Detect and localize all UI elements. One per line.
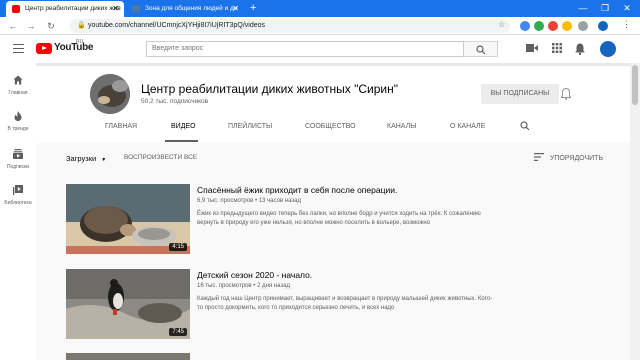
video-title[interactable]: Детский сезон 2020 - начало. (197, 270, 312, 280)
minimize-window-button[interactable]: — (572, 0, 594, 17)
youtube-logo-icon[interactable] (36, 43, 52, 54)
home-icon (13, 75, 23, 85)
channel-notification-bell-icon[interactable] (559, 87, 573, 100)
search-button[interactable] (464, 41, 498, 57)
new-tab-button[interactable]: + (250, 0, 256, 16)
extension-icon[interactable] (534, 21, 544, 31)
browser-toolbar: ← → ↻ 🔒 youtube.com/channel/UCmnjcXjYHji… (0, 17, 640, 35)
address-bar[interactable]: 🔒 youtube.com/channel/UCmnjcXjYHji8I7iUj… (70, 19, 510, 33)
url-text: youtube.com/channel/UCmnjcXjYHji8I7iUjRI… (88, 22, 266, 29)
vk-favicon-icon (132, 5, 140, 13)
uploads-dropdown[interactable]: Загрузки ▼ (66, 154, 106, 163)
video-thumbnail[interactable]: 7:45 (66, 269, 190, 339)
youtube-logo-text[interactable]: YouTube (54, 42, 94, 53)
close-tab-icon[interactable]: ✕ (112, 1, 119, 16)
search-icon (475, 45, 485, 55)
lock-icon: 🔒 (77, 22, 86, 29)
library-icon (13, 185, 23, 195)
guide-item-library[interactable]: Библиотека (0, 185, 36, 206)
notifications-bell-icon[interactable] (574, 43, 586, 56)
trending-icon (14, 111, 22, 121)
close-window-button[interactable]: ✕ (616, 0, 638, 17)
video-views: 16 тыс. просмотров (197, 283, 252, 289)
create-video-icon[interactable] (526, 43, 538, 55)
channel-search-icon[interactable] (520, 121, 530, 134)
guide-label: Главная (8, 90, 28, 96)
page-scrollbar[interactable] (630, 63, 640, 360)
tab-channels[interactable]: КАНАЛЫ (387, 123, 416, 130)
extension-icon[interactable] (548, 21, 558, 31)
tab-playlists[interactable]: ПЛЕЙЛИСТЫ (228, 123, 272, 130)
tab-community[interactable]: СООБЩЕСТВО (305, 123, 356, 130)
account-avatar[interactable] (600, 41, 616, 57)
videos-grid: Загрузки ▼ ВОСПРОИЗВЕСТИ ВСЕ УПОРЯДОЧИТЬ… (36, 143, 630, 360)
video-thumbnail-image (66, 353, 190, 360)
subscriber-count: 50,2 тыс. подписчиков (141, 98, 209, 105)
bookmark-star-icon[interactable]: ☆ (498, 20, 505, 29)
youtube-region-label: RU (76, 39, 84, 45)
forward-arrow-icon[interactable]: → (24, 19, 38, 33)
channel-name: Центр реабилитации диких животных "Сирин… (141, 82, 398, 96)
uploads-label: Загрузки (66, 154, 97, 163)
tab-videos[interactable]: ВИДЕО (171, 123, 196, 130)
tab-title: Центр реабилитации диких жив (25, 5, 121, 12)
youtube-favicon-icon (12, 5, 20, 13)
tab-title: Зона для общения людей и ди (145, 5, 238, 12)
sort-button[interactable]: УПОРЯДОЧИТЬ (534, 153, 603, 162)
video-age: 13 часов назад (258, 198, 301, 204)
profile-avatar[interactable] (598, 21, 608, 31)
menu-hamburger-icon[interactable] (13, 44, 24, 53)
dropdown-arrow-icon: ▼ (101, 157, 107, 163)
scrollbar-thumb[interactable] (632, 65, 638, 105)
video-views: 6,9 тыс. просмотров (197, 198, 254, 204)
browser-tab-bar: Центр реабилитации диких жив ✕ Зона для … (0, 0, 640, 17)
sort-icon (534, 153, 544, 161)
guide-item-subscriptions[interactable]: Подписки (0, 149, 36, 170)
extension-icon[interactable] (578, 21, 588, 31)
sort-label: УПОРЯДОЧИТЬ (549, 155, 604, 162)
meta-separator: • (254, 198, 258, 204)
extension-icon[interactable] (562, 21, 572, 31)
youtube-masthead: YouTube RU Введите запрос (0, 35, 640, 63)
channel-avatar[interactable] (90, 74, 130, 114)
video-thumbnail[interactable] (66, 353, 190, 360)
video-age: 2 дня назад (257, 283, 290, 289)
extension-icon[interactable] (520, 21, 530, 31)
browser-tab-youtube[interactable]: Центр реабилитации диких жив ✕ (6, 1, 124, 17)
guide-label: В тренде (7, 126, 29, 132)
video-thumbnail[interactable]: 4:15 (66, 184, 190, 254)
guide-label: Библиотека (4, 200, 32, 206)
play-all-button[interactable]: ВОСПРОИЗВЕСТИ ВСЕ (124, 154, 197, 161)
browser-tab-vk[interactable]: Зона для общения людей и ди ✕ (126, 1, 244, 17)
channel-header: Центр реабилитации диких животных "Сирин… (36, 63, 630, 143)
meta-separator: • (253, 283, 256, 289)
video-metadata: 6,9 тыс. просмотров • 13 часов назад (197, 198, 301, 204)
channel-avatar-image (90, 74, 130, 114)
search-input[interactable]: Введите запрос (146, 41, 464, 57)
channel-banner (36, 63, 630, 66)
active-tab-indicator (165, 140, 198, 142)
back-arrow-icon[interactable]: ← (6, 19, 20, 33)
subscriptions-icon (13, 149, 23, 159)
reload-icon[interactable]: ↻ (44, 19, 58, 33)
video-title[interactable]: Спасённый ёжик приходит в себя после опе… (197, 185, 397, 195)
tab-about[interactable]: О КАНАЛЕ (450, 123, 485, 130)
close-tab-icon[interactable]: ✕ (232, 1, 239, 16)
apps-grid-icon[interactable] (551, 43, 563, 55)
guide-label: Подписки (6, 164, 30, 170)
video-duration: 7:45 (169, 328, 187, 336)
left-guide: Главная В тренде Подписки Библиотека (0, 63, 36, 360)
video-metadata: 16 тыс. просмотров • 2 дня назад (197, 283, 290, 289)
maximize-window-button[interactable]: ❐ (594, 0, 616, 17)
video-description: Ёжик из предыдущего видео теперь без лап… (197, 211, 481, 226)
subscribed-button[interactable]: ВЫ ПОДПИСАНЫ (481, 84, 559, 104)
browser-menu-icon[interactable]: ⋮ (622, 19, 631, 30)
tab-home[interactable]: ГЛАВНАЯ (105, 123, 137, 130)
guide-item-trending[interactable]: В тренде (0, 111, 36, 132)
guide-item-home[interactable]: Главная (0, 75, 36, 96)
video-description: Каждый год наш Центр принимает, выращива… (197, 296, 493, 311)
video-duration: 4:15 (169, 243, 187, 251)
